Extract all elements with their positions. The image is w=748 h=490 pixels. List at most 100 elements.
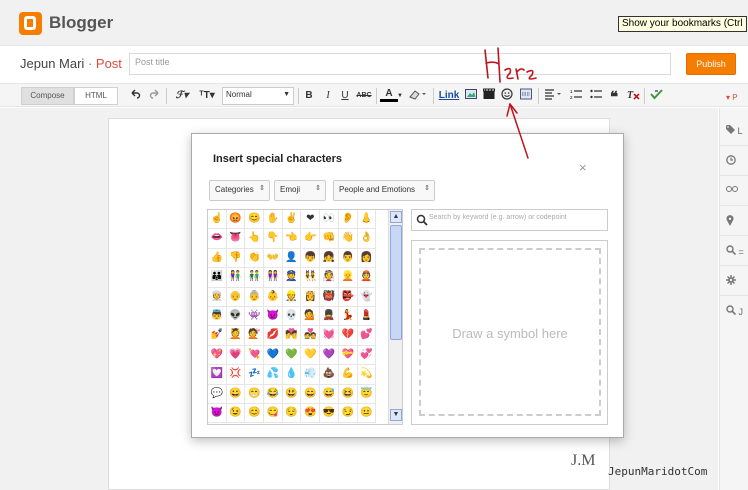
link-button[interactable]: Link (438, 88, 460, 104)
quote-icon[interactable]: ❝ (607, 88, 621, 106)
app-name[interactable]: Blogger (49, 13, 113, 33)
bold-button[interactable]: B (303, 88, 315, 104)
compose-mode-button[interactable]: Compose (21, 87, 74, 105)
chevron-down-icon[interactable]: ▼ (397, 88, 403, 104)
scrollbar-thumb[interactable] (390, 225, 402, 340)
character-cell[interactable]: 👹 (320, 287, 339, 307)
character-cell[interactable]: 👼 (208, 307, 227, 327)
character-cell[interactable]: 👅 (226, 229, 246, 249)
character-cell[interactable]: 👾 (245, 307, 265, 327)
character-cell[interactable]: 💢 (226, 365, 246, 385)
character-cell[interactable]: 👩 (357, 248, 377, 269)
character-cell[interactable]: 👪 (208, 268, 227, 288)
character-cell[interactable]: 👺 (338, 287, 358, 307)
character-cell[interactable]: 😉 (226, 404, 246, 424)
character-cell[interactable]: 👤 (282, 248, 302, 269)
numbered-list-icon[interactable]: 12 (569, 88, 583, 104)
strikethrough-button[interactable]: ABC (356, 88, 372, 104)
character-cell[interactable]: 👨 (338, 248, 358, 269)
character-cell[interactable]: 👸 (301, 287, 321, 307)
character-cell[interactable]: 💝 (338, 345, 358, 366)
character-cell[interactable]: 😎 (320, 404, 339, 424)
emoji-icon[interactable] (500, 88, 514, 104)
character-cell[interactable]: 👰 (320, 268, 339, 288)
character-cell[interactable]: 👫 (226, 268, 246, 288)
character-cell[interactable]: 💇 (245, 326, 265, 346)
character-cell[interactable]: 😄 (301, 384, 321, 404)
type-dropdown[interactable]: Emoji ⇕ (274, 180, 326, 201)
bullet-list-icon[interactable] (589, 88, 603, 104)
grid-scrollbar[interactable]: ▲ ▼ (388, 210, 402, 424)
character-cell[interactable]: 💁 (301, 307, 321, 327)
character-cell[interactable]: 👇 (264, 229, 283, 249)
character-cell[interactable]: 💖 (208, 345, 227, 366)
character-cell[interactable]: 👱 (338, 268, 358, 288)
character-cell[interactable]: 💅 (208, 326, 227, 346)
character-cell[interactable]: 😂 (264, 384, 283, 404)
character-cell[interactable]: 👿 (264, 307, 283, 327)
character-cell[interactable]: 💆 (226, 326, 246, 346)
character-cell[interactable]: 😋 (264, 404, 283, 424)
undo-icon[interactable] (128, 88, 142, 104)
character-cell[interactable]: 💕 (357, 326, 377, 346)
character-cell[interactable]: 👯 (301, 268, 321, 288)
highlight-icon[interactable] (407, 88, 429, 104)
character-cell[interactable]: 💂 (320, 307, 339, 327)
font-size-icon[interactable]: ᵀT▾ (196, 88, 218, 104)
spellcheck-icon[interactable] (649, 88, 663, 104)
underline-button[interactable]: U (339, 88, 351, 104)
image-icon[interactable] (464, 88, 478, 104)
character-cell[interactable]: 💛 (301, 345, 321, 366)
character-cell[interactable]: 👀 (320, 210, 339, 230)
character-cell[interactable]: 💑 (301, 326, 321, 346)
character-cell[interactable]: ☝ (208, 210, 227, 230)
character-cell[interactable]: 👊 (320, 229, 339, 249)
character-cell[interactable]: 💗 (226, 345, 246, 366)
jump-break-icon[interactable] (519, 88, 533, 104)
character-cell[interactable]: 😊 (245, 404, 265, 424)
character-cell[interactable]: 😐 (357, 404, 377, 424)
clear-format-icon[interactable]: T (626, 88, 640, 104)
character-cell[interactable]: 👐 (264, 248, 283, 269)
character-cell[interactable]: 💋 (264, 326, 283, 346)
html-mode-button[interactable]: HTML (74, 87, 118, 105)
character-cell[interactable]: 😆 (338, 384, 358, 404)
character-cell[interactable]: ✋ (264, 210, 283, 230)
character-cell[interactable]: 👋 (338, 229, 358, 249)
character-cell[interactable]: 👍 (208, 248, 227, 269)
sidebar-item-other[interactable]: J (720, 296, 748, 326)
character-cell[interactable]: 😁 (245, 384, 265, 404)
post-title-input[interactable]: Post title (129, 53, 671, 75)
character-cell[interactable]: 👄 (208, 229, 227, 249)
character-cell[interactable]: 👃 (357, 210, 377, 230)
character-cell[interactable]: 😇 (357, 384, 377, 404)
draw-canvas[interactable]: Draw a symbol here (419, 248, 601, 416)
italic-button[interactable]: I (322, 88, 334, 104)
subset-dropdown[interactable]: People and Emotions ⇕ (333, 180, 435, 201)
character-cell[interactable]: 💙 (264, 345, 283, 366)
publish-button[interactable]: Publish (686, 53, 736, 75)
character-cell[interactable]: 😍 (301, 404, 321, 424)
character-cell[interactable]: 👆 (245, 229, 265, 249)
character-cell[interactable]: 😡 (226, 210, 246, 230)
character-cell[interactable]: 👏 (245, 248, 265, 269)
character-cell[interactable]: ✌ (282, 210, 302, 230)
character-cell[interactable]: 💪 (338, 365, 358, 385)
align-icon[interactable] (543, 88, 565, 104)
character-cell[interactable]: 💃 (338, 307, 358, 327)
sidebar-item-permalink[interactable] (720, 176, 748, 206)
format-select[interactable]: Normal ▼ (222, 87, 294, 105)
character-cell[interactable]: 💬 (208, 384, 227, 404)
character-cell[interactable]: 👴 (226, 287, 246, 307)
scroll-down-icon[interactable]: ▼ (390, 409, 402, 421)
character-cell[interactable]: 💩 (320, 365, 339, 385)
character-cell[interactable]: 😅 (320, 384, 339, 404)
character-cell[interactable]: 👻 (357, 287, 377, 307)
character-cell[interactable]: 💓 (320, 326, 339, 346)
character-cell[interactable]: 💨 (301, 365, 321, 385)
character-cell[interactable]: 👌 (357, 229, 377, 249)
blogger-logo-icon[interactable] (19, 12, 42, 35)
character-cell[interactable]: 👎 (226, 248, 246, 269)
character-cell[interactable]: 👵 (245, 287, 265, 307)
sidebar-item-options[interactable] (720, 266, 748, 296)
